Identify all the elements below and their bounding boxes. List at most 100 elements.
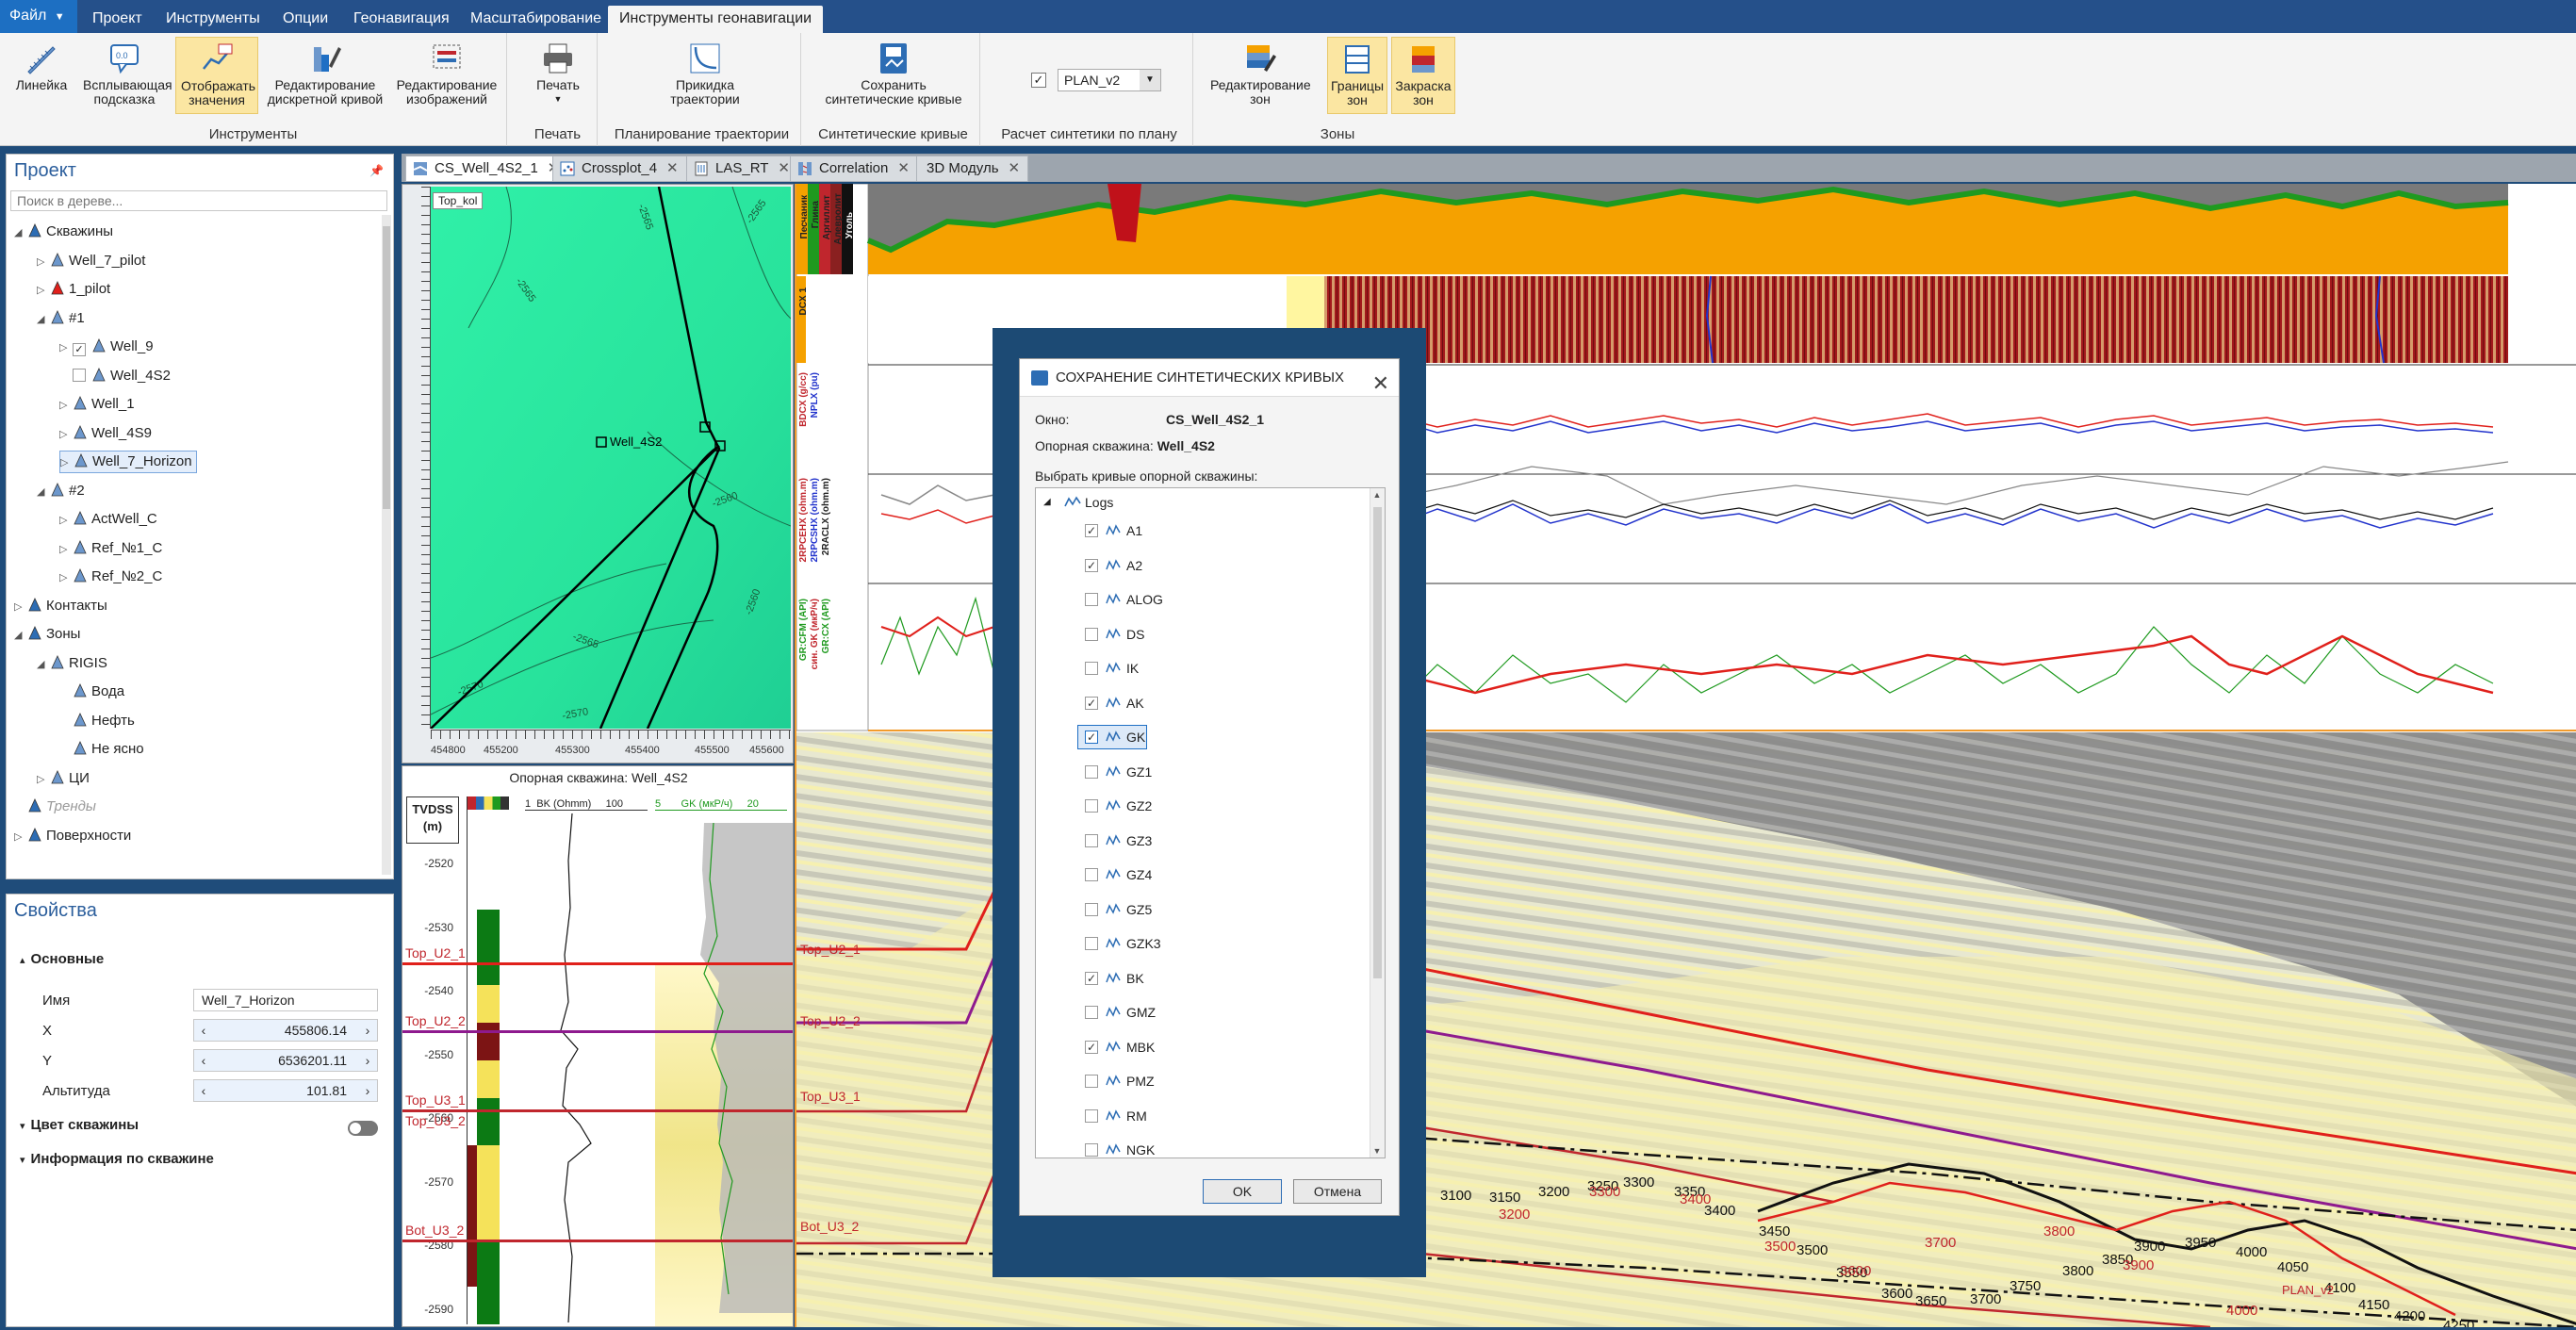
zone-bounds-button[interactable]: Границы зон bbox=[1327, 37, 1387, 114]
tree-item[interactable]: ▷ Well_1 bbox=[59, 393, 135, 416]
log-checkbox[interactable] bbox=[1085, 868, 1098, 881]
collapse-icon[interactable]: ◢ bbox=[37, 308, 50, 331]
log-checkbox[interactable]: ✓ bbox=[1085, 1040, 1098, 1054]
well-color-toggle[interactable] bbox=[348, 1121, 378, 1136]
log-checkbox[interactable] bbox=[1085, 1108, 1098, 1123]
log-checkbox[interactable] bbox=[1085, 799, 1098, 813]
expand-icon[interactable]: ▷ bbox=[37, 768, 50, 791]
tree-item[interactable]: ◢ Зоны bbox=[14, 623, 80, 646]
file-menu[interactable]: Файл ▼ bbox=[0, 0, 77, 33]
zone-fill-button[interactable]: Закраска зон bbox=[1391, 37, 1455, 114]
log-item[interactable]: GZ3 bbox=[1036, 827, 1366, 855]
name-field[interactable]: Well_7_Horizon bbox=[193, 989, 378, 1011]
tree-item[interactable]: ▷ Ref_№1_C bbox=[59, 537, 162, 560]
log-checkbox[interactable]: ✓ bbox=[1085, 971, 1098, 985]
tree-item[interactable]: ◢ Скважины bbox=[14, 221, 113, 243]
tree-checkbox[interactable]: ✓ bbox=[73, 343, 86, 356]
map-view[interactable]: Top_kol -2565 -2565 -2565 -2560 -2560 -2… bbox=[402, 184, 794, 764]
show-values-button[interactable]: Отображать значения bbox=[175, 37, 258, 114]
log-item[interactable]: GZ4 bbox=[1036, 861, 1366, 889]
log-checkbox[interactable] bbox=[1085, 1075, 1098, 1088]
tree-item[interactable]: ▷ Well_4S9 bbox=[59, 422, 152, 445]
y-field[interactable]: ‹ 6536201.11 › bbox=[193, 1049, 378, 1072]
close-icon[interactable]: ✕ bbox=[1009, 160, 1021, 176]
tree-item[interactable]: Вода bbox=[59, 681, 124, 703]
tab-crossplot[interactable]: Crossplot_4 ✕ bbox=[552, 156, 687, 182]
tree-checkbox[interactable] bbox=[73, 368, 86, 382]
log-item[interactable]: GZ2 bbox=[1036, 792, 1366, 820]
log-checkbox[interactable]: ✓ bbox=[1085, 524, 1098, 537]
section-well-info[interactable]: ▾ Информация по скважине bbox=[20, 1151, 214, 1167]
plan-checkbox[interactable]: ✓ bbox=[1031, 73, 1046, 88]
log-item[interactable]: GZK3 bbox=[1036, 929, 1366, 958]
well-log-panel[interactable]: Опорная скважина: Well_4S2 TVDSS (m) 1 B… bbox=[402, 765, 794, 1327]
expand-icon[interactable]: ▷ bbox=[37, 279, 50, 302]
log-checkbox[interactable] bbox=[1085, 627, 1098, 641]
edit-discrete-curve-button[interactable]: Редактирование дискретной кривой bbox=[262, 37, 388, 114]
tree-item[interactable]: ◢ RIGIS bbox=[37, 652, 107, 675]
x-field[interactable]: ‹ 455806.14 › bbox=[193, 1019, 378, 1042]
log-checkbox[interactable]: ✓ bbox=[1085, 731, 1098, 744]
scroll-up-icon[interactable]: ▲ bbox=[1370, 490, 1384, 500]
log-item[interactable]: GZ5 bbox=[1036, 895, 1366, 924]
tree-item[interactable]: Не ясно bbox=[59, 738, 144, 761]
tab-geonav-tools[interactable]: Инструменты геонавигации bbox=[608, 6, 824, 33]
expand-icon[interactable]: ▷ bbox=[60, 452, 74, 473]
collapse-icon[interactable]: ◢ bbox=[14, 222, 27, 244]
ruler-button[interactable]: Линейка bbox=[6, 37, 77, 114]
close-icon[interactable]: ✕ bbox=[897, 160, 910, 176]
tree-item[interactable]: ◢ #1 bbox=[37, 307, 85, 330]
collapse-icon[interactable]: ◢ bbox=[37, 653, 50, 676]
map-canvas[interactable]: -2565 -2565 -2565 -2560 -2560 -2565 -257… bbox=[431, 187, 791, 729]
expand-icon[interactable]: ▷ bbox=[59, 394, 73, 417]
log-checkbox[interactable] bbox=[1085, 833, 1098, 847]
expand-icon[interactable]: ▷ bbox=[37, 251, 50, 273]
tree-item[interactable]: ▷ 1_pilot bbox=[37, 278, 110, 301]
curves-list[interactable]: ◢ Logs ✓ A1 ✓ A2 ALOG DS IK ✓ AK ✓ GK GZ1 GZ2 GZ3 GZ4 G… bbox=[1035, 487, 1386, 1158]
tab-tools[interactable]: Инструменты bbox=[155, 6, 271, 33]
tree-scrollbar[interactable] bbox=[382, 215, 391, 875]
log-item[interactable]: GMZ bbox=[1036, 998, 1366, 1026]
tree-item[interactable]: ▷ Well_7_Horizon bbox=[59, 451, 197, 473]
decrement-icon[interactable]: ‹ bbox=[196, 1050, 211, 1071]
log-checkbox[interactable] bbox=[1085, 1006, 1098, 1019]
tree-item[interactable]: ▷ ✓ Well_9 bbox=[59, 336, 154, 358]
log-item[interactable]: GZ1 bbox=[1036, 758, 1366, 786]
altitude-field[interactable]: ‹ 101.81 › bbox=[193, 1079, 378, 1102]
log-checkbox[interactable]: ✓ bbox=[1085, 696, 1098, 710]
expand-icon[interactable]: ▷ bbox=[59, 509, 73, 532]
log-item[interactable]: IK bbox=[1036, 654, 1366, 682]
log-item[interactable]: ALOG bbox=[1036, 585, 1366, 614]
expand-icon[interactable]: ▷ bbox=[14, 826, 27, 848]
tree-item[interactable]: ▷ ActWell_C bbox=[59, 508, 157, 531]
section-main[interactable]: ▴ Основные bbox=[20, 951, 104, 967]
log-item[interactable]: ✓ A2 bbox=[1036, 551, 1366, 580]
log-item[interactable]: ✓ A1 bbox=[1036, 517, 1366, 545]
close-icon[interactable]: ✕ bbox=[666, 160, 679, 176]
tree-item[interactable]: Нефть bbox=[59, 710, 135, 732]
edit-zones-button[interactable]: Редактирование зон bbox=[1210, 37, 1311, 114]
expand-icon[interactable]: ▷ bbox=[14, 596, 27, 618]
cancel-button[interactable]: Отмена bbox=[1293, 1179, 1382, 1204]
log-checkbox[interactable] bbox=[1085, 662, 1098, 675]
tree-item[interactable]: ▷ Контакты bbox=[14, 595, 107, 617]
close-icon[interactable]: ✕ bbox=[778, 160, 790, 176]
snap-trajectory-button[interactable]: Прикидка траектории bbox=[660, 37, 750, 114]
log-item[interactable]: ✓ AK bbox=[1036, 689, 1366, 717]
decrement-icon[interactable]: ‹ bbox=[196, 1020, 211, 1041]
tab-options[interactable]: Опции bbox=[271, 6, 339, 33]
curves-scrollbar[interactable]: ▲ ▼ bbox=[1370, 488, 1385, 1158]
log-item[interactable]: ✓ GK bbox=[1036, 723, 1366, 751]
log-checkbox[interactable] bbox=[1085, 764, 1098, 779]
log-checkbox[interactable] bbox=[1085, 937, 1098, 950]
collapse-icon[interactable]: ◢ bbox=[37, 481, 50, 503]
increment-icon[interactable]: › bbox=[360, 1080, 375, 1101]
collapse-icon[interactable]: ◢ bbox=[14, 624, 27, 647]
log-item[interactable]: PMZ bbox=[1036, 1067, 1366, 1095]
tab-scaling[interactable]: Масштабирование bbox=[459, 6, 613, 33]
log-item[interactable]: RM bbox=[1036, 1102, 1366, 1130]
logs-root[interactable]: ◢ Logs bbox=[1036, 488, 1366, 517]
log-item[interactable]: NGK bbox=[1036, 1136, 1366, 1158]
edit-images-button[interactable]: Редактирование изображений bbox=[392, 37, 501, 114]
tab-correlation[interactable]: Correlation ✕ bbox=[790, 156, 918, 182]
